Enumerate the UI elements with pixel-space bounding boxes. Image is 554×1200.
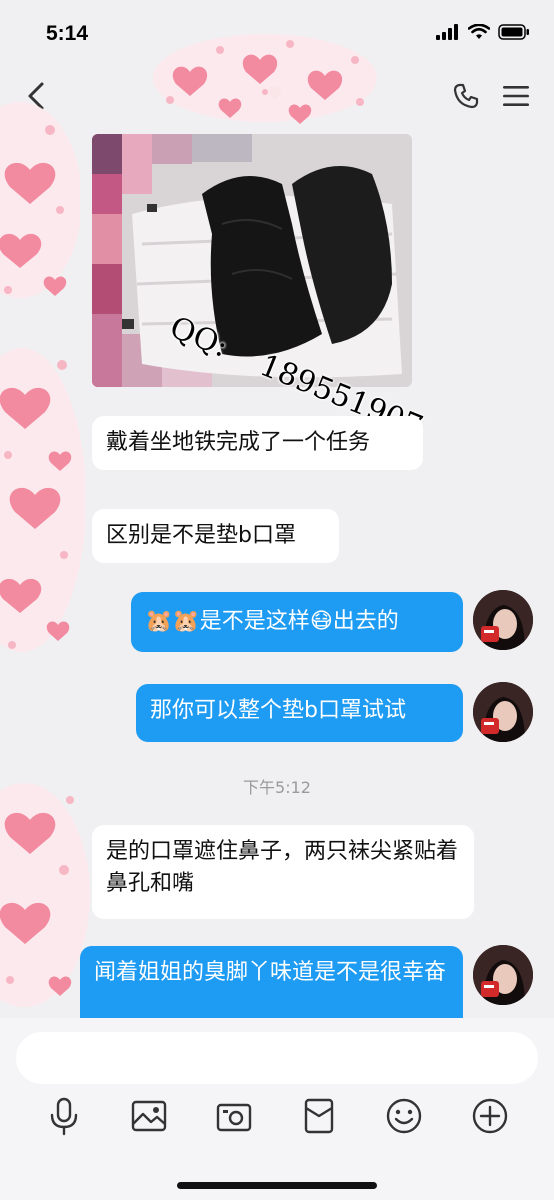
- image-message-photo: [92, 134, 412, 387]
- avatar[interactable]: [473, 590, 533, 650]
- image-message[interactable]: [92, 134, 412, 387]
- message-input[interactable]: [16, 1032, 538, 1084]
- nav-bar: ♥: [0, 66, 554, 128]
- wifi-icon: [468, 24, 490, 39]
- menu-icon[interactable]: [502, 84, 530, 108]
- status-icons: [436, 24, 530, 40]
- message-bubble-outgoing[interactable]: 那你可以整个垫b口罩试试: [136, 684, 463, 742]
- phone-icon[interactable]: [452, 82, 480, 110]
- back-arrow-icon[interactable]: [22, 80, 50, 112]
- signal-icon: [436, 24, 458, 40]
- nav-actions: [452, 82, 530, 110]
- chat-area[interactable]: QQ: 189551907 戴着坐地铁完成了一个任务 区别是不是垫b口罩 🐹🐹是…: [0, 128, 554, 1018]
- red-packet-icon[interactable]: [299, 1096, 339, 1136]
- plus-icon[interactable]: [470, 1096, 510, 1136]
- message-bubble-incoming[interactable]: 是的口罩遮住鼻子，两只袜尖紧贴着鼻孔和嘴: [92, 825, 474, 919]
- status-time: 5:14: [46, 22, 89, 45]
- emoji-icon[interactable]: [384, 1096, 424, 1136]
- composer-toolbar: [0, 1096, 554, 1140]
- avatar-photo: [473, 945, 533, 1005]
- message-timestamp: 下午5:12: [243, 778, 311, 797]
- message-bubble-incoming[interactable]: 戴着坐地铁完成了一个任务: [92, 416, 423, 470]
- status-bar: 5:14: [0, 0, 554, 66]
- avatar-photo: [473, 590, 533, 650]
- camera-icon[interactable]: [214, 1096, 254, 1136]
- chat-title: ♥: [266, 84, 284, 105]
- message-bubble-outgoing[interactable]: 闻着姐姐的臭脚丫味道是不是很幸奋: [80, 946, 463, 1018]
- avatar[interactable]: [473, 945, 533, 1005]
- microphone-icon[interactable]: [44, 1096, 84, 1136]
- message-bubble-outgoing[interactable]: 🐹🐹是不是这样😷出去的: [131, 592, 463, 652]
- composer: [0, 1018, 554, 1200]
- message-bubble-incoming[interactable]: 区别是不是垫b口罩: [92, 509, 339, 563]
- home-indicator[interactable]: [177, 1182, 377, 1189]
- image-icon[interactable]: [129, 1096, 169, 1136]
- avatar-photo: [473, 682, 533, 742]
- avatar[interactable]: [473, 682, 533, 742]
- battery-icon: [498, 24, 529, 40]
